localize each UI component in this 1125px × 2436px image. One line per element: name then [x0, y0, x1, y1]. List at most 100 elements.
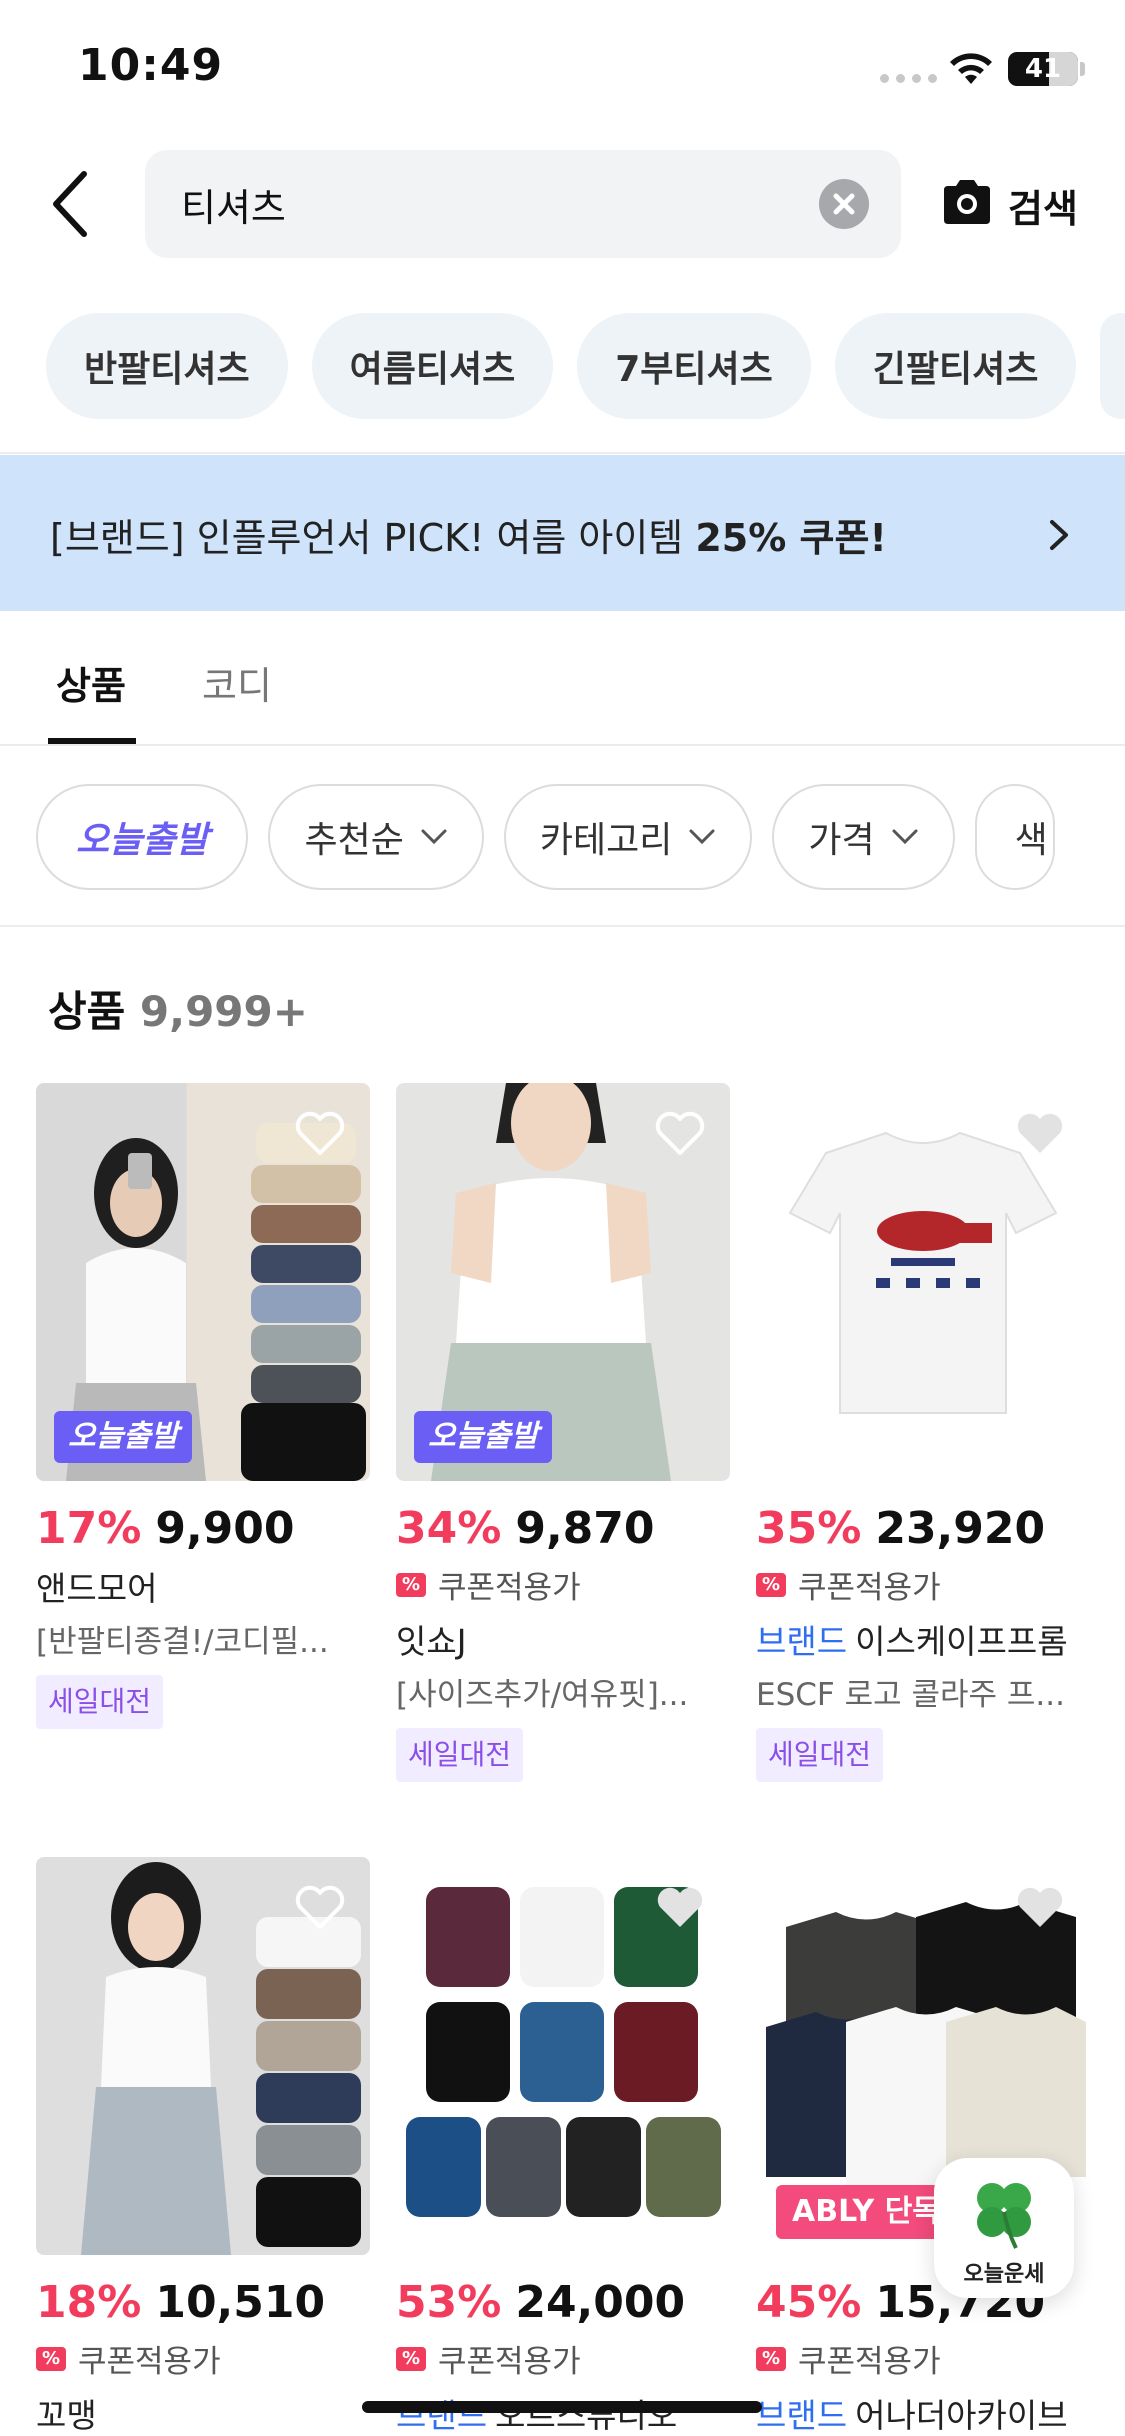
price: 9,870 — [515, 1503, 655, 1554]
fortune-label: 오늘운세 — [963, 2262, 1045, 2287]
price-row: 53% 24,000 — [396, 2277, 730, 2328]
keyword-chips: 반팔티셔츠 여름티셔츠 7부티셔츠 긴팔티셔츠 — [46, 313, 1125, 419]
price: 10,510 — [155, 2277, 326, 2328]
discount-rate: 53% — [396, 2277, 502, 2328]
chevron-down-icon — [689, 829, 715, 845]
filter-bar: 오늘출발 추천순 카테고리 가격 색 — [36, 784, 1055, 890]
product-count: 상품 9,999+ — [48, 978, 308, 1039]
product-description: [사이즈추가/여유핏]... — [396, 1677, 689, 1713]
keyword-chip[interactable]: 7부티셔츠 — [577, 313, 811, 419]
clover-icon — [977, 2183, 1031, 2249]
product-card[interactable]: ABLY 단독 45% 15,720 % 쿠폰적용가 브랜드 어나더아카이브 — [756, 1857, 1090, 2436]
brand-tag: 브랜드 — [756, 2396, 848, 2435]
product-card[interactable]: 35% 23,920 % 쿠폰적용가 브랜드 이스케이프프롬 ESCF 로고 콜라주 … — [756, 1083, 1090, 1782]
today-delivery-badge: 오늘출발 — [54, 1411, 193, 1463]
tab-products[interactable]: 상품 — [56, 655, 126, 710]
camera-icon[interactable] — [940, 178, 994, 226]
coupon-text: 쿠폰적용가 — [78, 2344, 221, 2380]
store-name-text: 어나더아카이브 — [855, 2396, 1068, 2435]
discount-rate: 45% — [756, 2277, 862, 2328]
coupon-price-label: % 쿠폰적용가 — [36, 2336, 370, 2381]
heart-icon[interactable] — [294, 1885, 346, 1931]
battery-tip — [1080, 62, 1085, 76]
keyword-chip-partial[interactable] — [1100, 313, 1125, 419]
product-image[interactable] — [396, 1857, 730, 2255]
today-delivery-badge: 오늘출발 — [414, 1411, 553, 1463]
price: 9,900 — [155, 1503, 295, 1554]
product-card[interactable]: 오늘출발 34% 9,870 % 쿠폰적용가 잇쇼J [사이즈추가/여유핏]... … — [396, 1083, 730, 1782]
product-image[interactable]: 오늘출발 — [36, 1083, 370, 1481]
heart-icon[interactable] — [294, 1111, 346, 1157]
product-description: ESCF 로고 콜라주 프... — [756, 1677, 1065, 1713]
product-card[interactable]: 18% 10,510 % 쿠폰적용가 꼬맹 — [36, 1857, 370, 2436]
product-card[interactable]: 53% 24,000 % 쿠폰적용가 브랜드 오르스튜디오 — [396, 1857, 730, 2436]
search-input[interactable] — [181, 174, 781, 234]
heart-icon[interactable] — [1014, 1885, 1066, 1931]
sale-tag: 세일대전 — [36, 1675, 164, 1729]
store-name: 잇쇼J — [396, 1622, 467, 1661]
keyword-chip[interactable]: 반팔티셔츠 — [46, 313, 288, 419]
coupon-price-label: % 쿠폰적용가 — [396, 1562, 730, 1607]
coupon-price-label: % 쿠폰적용가 — [396, 2336, 730, 2381]
product-count-value: 9,999+ — [139, 987, 308, 1036]
tab-coordi[interactable]: 코디 — [202, 655, 272, 710]
price-row: 35% 23,920 — [756, 1503, 1090, 1554]
store-name: 앤드모어 — [36, 1569, 158, 1608]
discount-rate: 17% — [36, 1503, 142, 1554]
product-image[interactable] — [756, 1083, 1090, 1481]
heart-icon[interactable] — [654, 1111, 706, 1157]
store-name: 브랜드 이스케이프프롬 — [756, 1615, 1090, 1663]
price: 24,000 — [515, 2277, 686, 2328]
store-name-text: 이스케이프프롬 — [855, 1622, 1068, 1661]
heart-icon[interactable] — [1014, 1111, 1066, 1157]
filter-color[interactable]: 색 — [974, 784, 1055, 890]
product-description: [반팔티종결!/코디필... — [36, 1624, 329, 1660]
clear-search-button[interactable] — [819, 179, 869, 229]
keyword-chip[interactable]: 여름티셔츠 — [311, 313, 554, 419]
price-row: 17% 9,900 — [36, 1503, 370, 1554]
brand-tag: 브랜드 — [756, 1622, 848, 1661]
coupon-text: 쿠폰적용가 — [438, 2344, 581, 2380]
coupon-icon: % — [756, 1572, 786, 1597]
coupon-icon: % — [396, 2346, 426, 2371]
divider — [0, 452, 1125, 454]
sale-tag: 세일대전 — [396, 1728, 524, 1782]
filter-category[interactable]: 카테고리 — [503, 784, 753, 890]
filter-sort-label: 추천순 — [304, 820, 404, 861]
banner-text-bold: 25% 쿠폰! — [695, 516, 887, 560]
fortune-floating-button[interactable]: 오늘운세 — [934, 2158, 1074, 2298]
wifi-icon — [950, 53, 992, 84]
coupon-price-label: % 쿠폰적용가 — [756, 1562, 1090, 1607]
banner-text: [브랜드] 인플루언서 PICK! 여름 아이템 25% 쿠폰! — [50, 507, 887, 562]
product-count-label: 상품 — [48, 987, 126, 1036]
signal-dots-icon — [880, 74, 937, 83]
coupon-text: 쿠폰적용가 — [798, 1570, 941, 1606]
keyword-chip[interactable]: 긴팔티셔츠 — [834, 313, 1077, 419]
heart-icon[interactable] — [654, 1885, 706, 1931]
coupon-icon: % — [756, 2346, 786, 2371]
back-arrow-icon[interactable] — [46, 168, 98, 240]
filter-sort[interactable]: 추천순 — [268, 784, 484, 890]
filter-price[interactable]: 가격 — [772, 784, 955, 890]
search-box[interactable] — [145, 150, 901, 258]
chevron-right-icon[interactable] — [1048, 518, 1072, 552]
divider — [0, 744, 1125, 746]
filter-today-delivery[interactable]: 오늘출발 — [36, 784, 249, 890]
product-card[interactable]: 오늘출발 17% 9,900 앤드모어 [반팔티종결!/코디필... 세일대전 — [36, 1083, 370, 1729]
store-name: 꼬맹 — [36, 2396, 97, 2435]
product-image[interactable] — [36, 1857, 370, 2255]
ably-exclusive-badge: ABLY 단독 — [776, 2185, 956, 2239]
coupon-price-label: % 쿠폰적용가 — [756, 2336, 1090, 2381]
sale-tag: 세일대전 — [756, 1728, 884, 1782]
price-row: 18% 10,510 — [36, 2277, 370, 2328]
home-indicator[interactable] — [362, 2401, 762, 2413]
store-name: 브랜드 어나더아카이브 — [756, 2389, 1090, 2436]
filter-category-label: 카테고리 — [539, 820, 673, 861]
search-button[interactable]: 검색 — [1008, 178, 1078, 233]
banner-text-prefix: [브랜드] 인플루언서 PICK! 여름 아이템 — [50, 516, 696, 560]
chevron-down-icon — [421, 829, 447, 845]
promo-banner[interactable]: [브랜드] 인플루언서 PICK! 여름 아이템 25% 쿠폰! — [0, 455, 1125, 611]
product-image[interactable]: 오늘출발 — [396, 1083, 730, 1481]
battery-level: 41 — [1024, 54, 1062, 84]
discount-rate: 34% — [396, 1503, 502, 1554]
